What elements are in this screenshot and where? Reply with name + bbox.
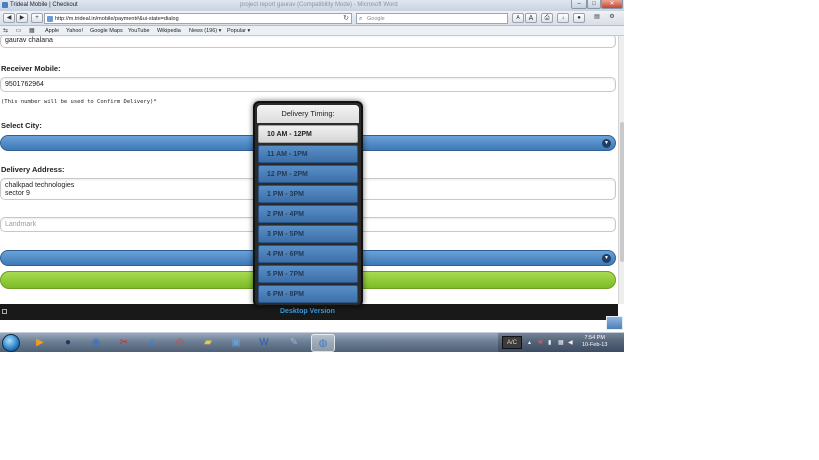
system-tray: A/C ▴ ✖ ▮ ▦ ◀ 7:54 PM 10-Feb-13 bbox=[498, 333, 624, 352]
tray-flag-icon[interactable]: ✖ bbox=[538, 339, 544, 346]
delivery-timing-title: Delivery Timing: bbox=[257, 105, 359, 123]
file-explorer-icon[interactable]: ▰ bbox=[196, 334, 220, 352]
tray-arrow-icon[interactable]: ▴ bbox=[528, 339, 534, 346]
start-button[interactable] bbox=[2, 334, 20, 352]
delivery-timing-dialog: Delivery Timing: 10 AM - 12PM 11 AM - 1P… bbox=[253, 101, 363, 307]
bookmark-yahoo[interactable]: Yahoo! bbox=[66, 28, 83, 34]
add-bookmark-button[interactable]: + bbox=[31, 13, 43, 23]
mozilla-browser-icon[interactable]: ◉ bbox=[84, 334, 108, 352]
word-icon[interactable]: W bbox=[252, 334, 276, 352]
text-larger-button[interactable]: A bbox=[525, 13, 537, 23]
title-bar: Trideal Mobile | Checkout project report… bbox=[0, 0, 624, 11]
search-placeholder: Google bbox=[367, 16, 385, 22]
page-scrollbar[interactable] bbox=[618, 36, 624, 304]
settings-gear-icon[interactable]: ⚙ bbox=[606, 13, 618, 23]
timing-option-5pm-7pm[interactable]: 5 PM - 7PM bbox=[258, 265, 358, 283]
clock-date: 10-Feb-13 bbox=[582, 342, 608, 348]
forward-button[interactable]: ▶ bbox=[16, 13, 28, 23]
receiver-mobile-label: Receiver Mobile: bbox=[1, 64, 61, 73]
tray-volume-icon[interactable]: ◀ bbox=[568, 339, 574, 346]
timing-option-11am-1pm[interactable]: 11 AM - 1PM bbox=[258, 145, 358, 163]
minimize-button[interactable]: – bbox=[571, 0, 587, 9]
downloads-button[interactable]: ↓ bbox=[557, 13, 569, 23]
bookmarks-bar: ⇆ ▭ ▦ Apple Yahoo! Google Maps YouTube W… bbox=[0, 26, 624, 36]
select-city-label: Select City: bbox=[1, 121, 42, 130]
safari-app-icon bbox=[2, 2, 8, 8]
maximize-button[interactable]: □ bbox=[587, 0, 601, 9]
bookmark-apple[interactable]: Apple bbox=[45, 28, 59, 34]
tray-network-icon[interactable]: ▦ bbox=[558, 339, 564, 346]
window-title: Trideal Mobile | Checkout bbox=[10, 2, 78, 8]
search-icon: ⌕ bbox=[359, 16, 363, 22]
confirm-delivery-note: (This number will be used to Confirm Del… bbox=[1, 99, 157, 105]
bookmark-youtube[interactable]: YouTube bbox=[128, 28, 150, 34]
search-input[interactable]: ⌕ Google bbox=[356, 13, 508, 24]
bookmark-google-maps[interactable]: Google Maps bbox=[90, 28, 123, 34]
name-field[interactable]: gaurav chalana bbox=[0, 36, 616, 48]
timing-option-3pm-5pm[interactable]: 3 PM - 5PM bbox=[258, 225, 358, 243]
bookmark-toolbar-icons[interactable]: ⇆ ▭ ▦ bbox=[3, 27, 38, 34]
url-text: http://m.trideal.in/mobile/payment#&ui-s… bbox=[55, 16, 179, 22]
network-globe-icon[interactable]: ● bbox=[56, 334, 80, 352]
safari-icon[interactable]: ◍ bbox=[311, 334, 335, 352]
page-menu-icon[interactable]: ▤ bbox=[591, 13, 603, 23]
bookmark-news[interactable]: News (196) ▾ bbox=[189, 28, 221, 34]
timing-option-1pm-3pm[interactable]: 1 PM - 3PM bbox=[258, 185, 358, 203]
background-window-title: project report gaurav (Compatibility Mod… bbox=[240, 2, 398, 8]
windows-taskbar: ▶ ● ◉ ✂ e ◎ ▰ ▣ W ✎ ◍ A/C ▴ ✖ ▮ ▦ ◀ 7:54… bbox=[0, 332, 624, 352]
chevron-down-icon: ▼ bbox=[602, 254, 611, 263]
timing-option-12pm-2pm[interactable]: 12 PM - 2PM bbox=[258, 165, 358, 183]
favicon-icon bbox=[47, 16, 53, 22]
window-switcher-icon[interactable]: ▣ bbox=[224, 334, 248, 352]
tray-battery-icon[interactable]: ▮ bbox=[548, 339, 554, 346]
text-smaller-button[interactable]: A bbox=[512, 13, 524, 23]
scrollbar-thumb[interactable] bbox=[620, 122, 624, 262]
timing-option-4pm-6pm[interactable]: 4 PM - 6PM bbox=[258, 245, 358, 263]
desktop-version-link[interactable]: Desktop Version bbox=[280, 308, 335, 315]
back-button[interactable]: ◀ bbox=[3, 13, 15, 23]
tray-clock[interactable]: 7:54 PM 10-Feb-13 bbox=[582, 335, 607, 349]
address-bar[interactable]: http://m.trideal.in/mobile/payment#&ui-s… bbox=[44, 13, 352, 24]
bookmark-wikipedia[interactable]: Wikipedia bbox=[157, 28, 181, 34]
print-button[interactable]: ⎙ bbox=[541, 13, 553, 23]
chrome-icon[interactable]: ◎ bbox=[168, 334, 192, 352]
media-player-icon[interactable]: ▶ bbox=[28, 334, 52, 352]
notepad-icon[interactable]: ✎ bbox=[282, 334, 306, 352]
delivery-address-label: Delivery Address: bbox=[1, 165, 65, 174]
receiver-mobile-input[interactable]: 9501762964 bbox=[0, 77, 616, 92]
screen: Trideal Mobile | Checkout project report… bbox=[0, 0, 624, 352]
reload-icon[interactable]: ↻ bbox=[343, 14, 349, 24]
timing-option-10am-12pm[interactable]: 10 AM - 12PM bbox=[258, 125, 358, 143]
bookmark-popular[interactable]: Popular ▾ bbox=[227, 28, 250, 34]
footer-icon bbox=[2, 309, 7, 314]
timing-option-6pm-8pm[interactable]: 6 PM - 8PM bbox=[258, 285, 358, 303]
tray-ac-label[interactable]: A/C bbox=[502, 336, 522, 349]
snipping-tool-icon[interactable]: ✂ bbox=[112, 334, 136, 352]
chevron-down-icon: ▼ bbox=[602, 139, 611, 148]
internet-explorer-icon[interactable]: e bbox=[140, 334, 164, 352]
browser-toolbar: ◀ ▶ + http://m.trideal.in/mobile/payment… bbox=[0, 11, 624, 26]
close-button[interactable]: ✕ bbox=[601, 0, 623, 9]
show-desktop-button[interactable] bbox=[606, 316, 623, 330]
timing-option-2pm-4pm[interactable]: 2 PM - 4PM bbox=[258, 205, 358, 223]
stop-button[interactable]: ● bbox=[573, 13, 585, 23]
clock-time: 7:54 PM bbox=[584, 335, 605, 341]
